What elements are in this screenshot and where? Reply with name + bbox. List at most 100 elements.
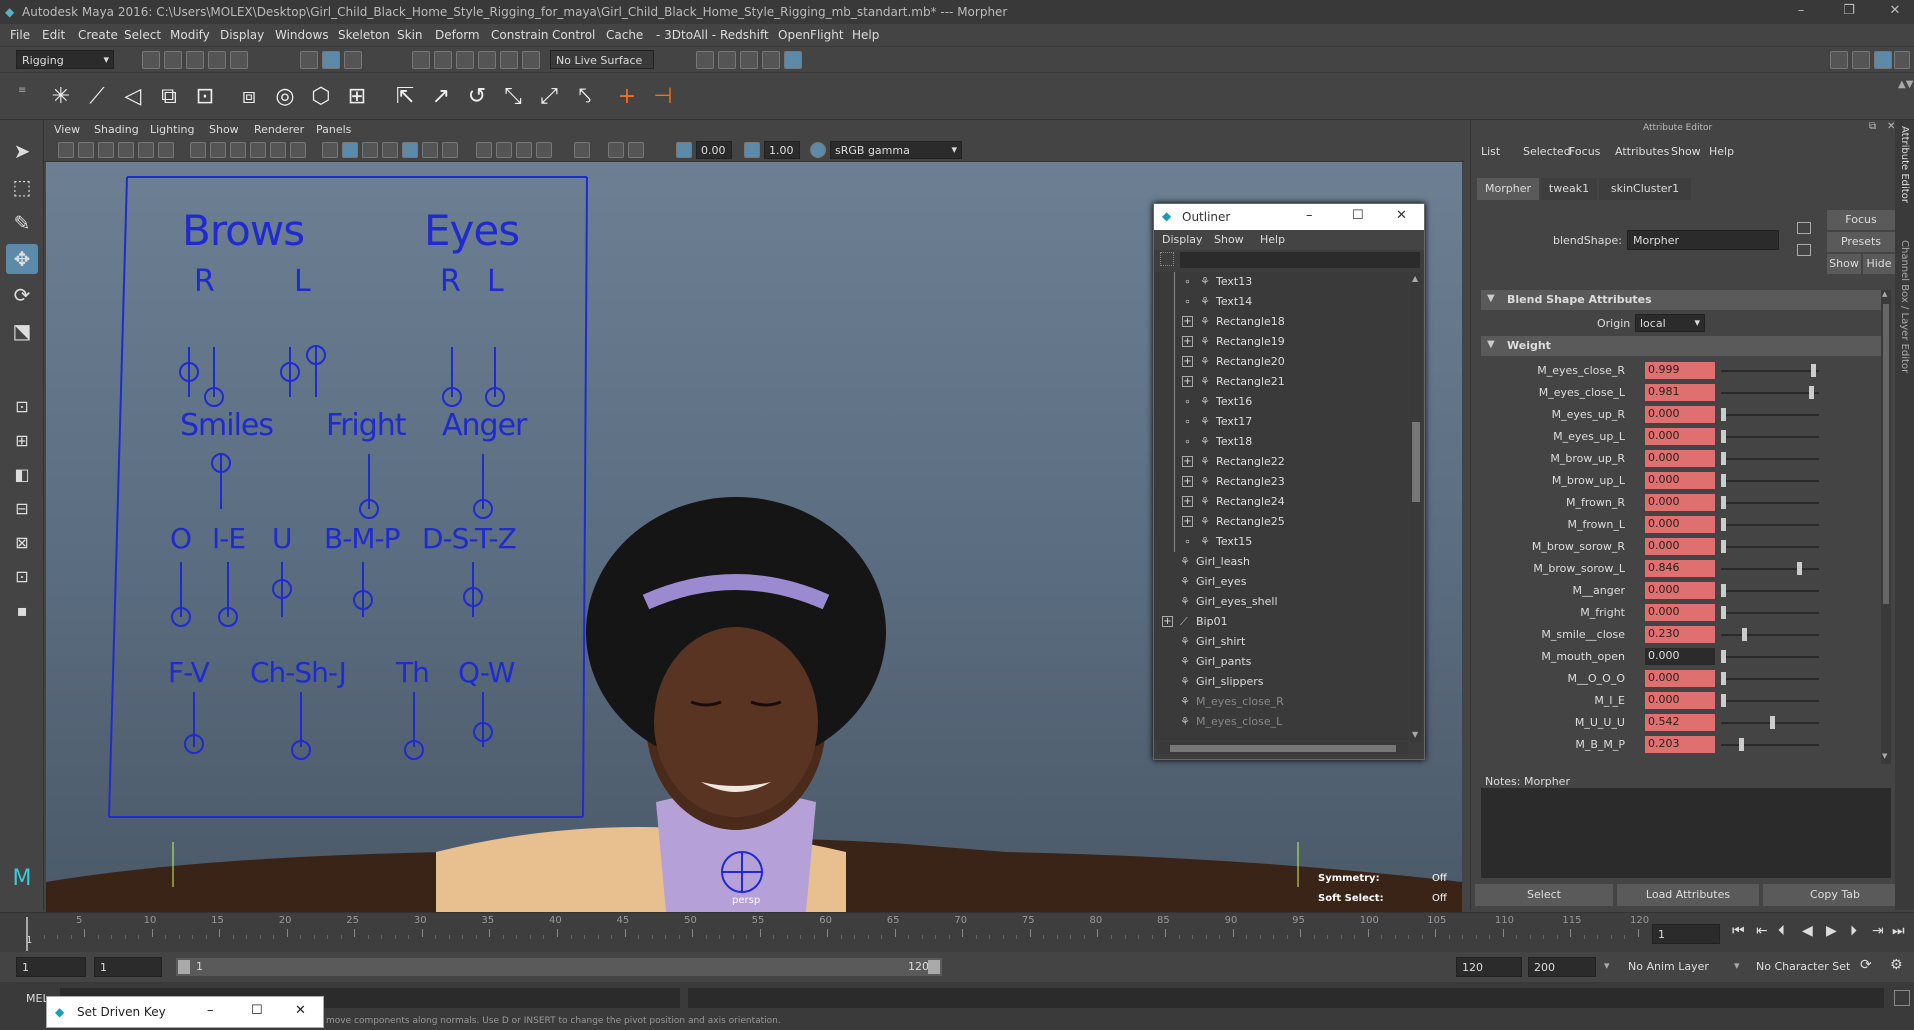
channel-box-toggle-icon[interactable] <box>1894 51 1910 69</box>
outliner-item[interactable]: ⚘ M_eyes_close_R <box>1154 692 1409 712</box>
snap-curve-icon[interactable] <box>434 51 452 69</box>
textured-icon[interactable] <box>382 142 398 158</box>
select-button[interactable]: Select <box>1475 884 1613 906</box>
time-slider[interactable]: 5 10 15 20 25 30 35 40 45 50 55 60 65 70 75 80 85 90 95 100… <box>0 912 1914 952</box>
shadows-icon[interactable] <box>422 142 438 158</box>
weight-slider-track[interactable] <box>1721 678 1819 680</box>
ik-handle-icon[interactable]: ◁ <box>118 82 148 112</box>
add-influence-icon[interactable]: + <box>612 82 642 112</box>
step-forward-icon[interactable]: ⏵ <box>1850 923 1857 939</box>
tab-morpher[interactable]: Morpher <box>1477 178 1539 200</box>
input-connection-icon[interactable] <box>1797 222 1811 234</box>
step-back-icon[interactable]: ⏴ <box>1778 923 1785 939</box>
ae-menu-help[interactable]: Help <box>1709 145 1734 158</box>
menu-select[interactable]: Select <box>124 28 161 42</box>
snap-surface-icon[interactable] <box>500 51 518 69</box>
live-surface-field[interactable]: No Live Surface <box>550 50 654 69</box>
weight-slider-thumb[interactable] <box>1721 694 1726 707</box>
outliner-item[interactable]: ⚘ M_eyes_close_L <box>1154 712 1409 732</box>
smooth-shade-icon[interactable] <box>342 142 358 158</box>
scroll-up-icon[interactable]: ▲ <box>1412 274 1418 283</box>
outliner-search-input[interactable] <box>1180 252 1420 268</box>
menu-edit[interactable]: Edit <box>42 28 65 42</box>
weight-value-field[interactable]: 0.000 <box>1645 472 1715 489</box>
anti-alias-icon[interactable] <box>516 142 532 158</box>
weight-slider-thumb[interactable] <box>1739 738 1745 751</box>
outliner-filter-icon[interactable] <box>1160 252 1174 266</box>
wire-icon[interactable]: ⊞ <box>342 82 372 112</box>
menu-redshift[interactable]: Redshift <box>720 28 769 42</box>
ae-menu-selected[interactable]: Selected <box>1523 145 1571 158</box>
ae-menu-show[interactable]: Show <box>1671 145 1701 158</box>
weight-value-field[interactable]: 0.000 <box>1645 516 1715 533</box>
outliner-item[interactable]: + ⚘ Rectangle21 <box>1154 372 1409 392</box>
nonlinear-icon[interactable]: ◎ <box>270 82 300 112</box>
grease-pencil-icon[interactable] <box>158 142 174 158</box>
hide-button[interactable]: Hide <box>1863 254 1895 274</box>
playback-start-field[interactable]: 1 <box>94 957 162 977</box>
select-hierarchy-icon[interactable] <box>300 51 318 69</box>
orient-constraint-icon[interactable]: ↺ <box>462 82 492 112</box>
weight-slider-thumb[interactable] <box>1721 474 1726 487</box>
scroll-up-icon[interactable]: ▲ <box>1882 290 1887 298</box>
outliner-item[interactable]: ⚘ Girl_shirt <box>1154 632 1409 652</box>
scroll-down-icon[interactable]: ▼ <box>1412 730 1418 739</box>
weight-value-field[interactable]: 0.000 <box>1645 582 1715 599</box>
channel-box-side-tab[interactable]: Channel Box / Layer Editor <box>1899 240 1910 373</box>
sdk-maximize-button[interactable]: ☐ <box>251 1003 263 1018</box>
current-frame-field[interactable]: 1 <box>1652 924 1720 944</box>
outliner-menu-show[interactable]: Show <box>1214 233 1244 246</box>
weight-slider-thumb[interactable] <box>1721 518 1726 531</box>
menu-constrain[interactable]: Constrain <box>491 28 549 42</box>
paint-select-icon[interactable]: ✎ <box>6 208 38 238</box>
outliner-item[interactable]: ∘ ⚘ Text15 <box>1154 532 1409 552</box>
weight-slider-track[interactable] <box>1721 392 1819 394</box>
weight-value-field[interactable]: 0.999 <box>1645 362 1715 379</box>
outliner-item[interactable]: + ⚘ Rectangle23 <box>1154 472 1409 492</box>
expand-icon[interactable]: + <box>1182 376 1193 387</box>
weight-slider-thumb[interactable] <box>1721 584 1726 597</box>
color-management-icon[interactable] <box>810 142 826 158</box>
weight-slider-track[interactable] <box>1721 700 1819 702</box>
weight-slider-track[interactable] <box>1721 546 1819 548</box>
outliner-maximize-button[interactable]: ☐ <box>1352 208 1364 223</box>
view-transform-dropdown[interactable]: sRGB gamma ▾ <box>830 141 962 159</box>
outliner-item[interactable]: ⚘ Girl_pants <box>1154 652 1409 672</box>
weight-value-field[interactable]: 0.000 <box>1645 538 1715 555</box>
depth-of-field-icon[interactable] <box>536 142 552 158</box>
layout-options-icon[interactable]: ▪ <box>6 596 38 626</box>
weight-section-header[interactable]: ▼ Weight <box>1481 336 1885 356</box>
attribute-editor-side-tab[interactable]: Attribute Editor <box>1899 126 1910 203</box>
outliner-titlebar[interactable]: ◆ Outliner – ☐ ✕ <box>1154 204 1424 230</box>
close-button[interactable]: ✕ <box>1880 3 1910 18</box>
viewport-menu-view[interactable]: View <box>54 123 80 136</box>
single-perspective-icon[interactable]: ⊡ <box>6 392 38 422</box>
presets-button[interactable]: Presets <box>1827 232 1895 252</box>
image-plane-icon[interactable] <box>118 142 134 158</box>
attribute-editor-toggle-icon[interactable] <box>1852 51 1870 69</box>
load-attributes-button[interactable]: Load Attributes <box>1617 884 1759 906</box>
safe-action-icon[interactable] <box>290 142 306 158</box>
minimize-button[interactable]: – <box>1786 3 1816 18</box>
viewport-menu-shading[interactable]: Shading <box>94 123 139 136</box>
resolution-gate-icon[interactable] <box>230 142 246 158</box>
menu-skin[interactable]: Skin <box>397 28 423 42</box>
insert-joint-icon[interactable]: ⟋ <box>82 82 112 112</box>
menu-openflight[interactable]: OpenFlight <box>778 28 844 42</box>
weight-slider-thumb[interactable] <box>1721 650 1726 663</box>
gamma-field[interactable]: 1.00 <box>764 141 800 159</box>
menu-cache[interactable]: Cache <box>606 28 643 42</box>
current-time-indicator[interactable] <box>26 917 28 951</box>
weight-value-field[interactable]: 0.846 <box>1645 560 1715 577</box>
xray-icon[interactable] <box>442 142 458 158</box>
viewport-menu-lighting[interactable]: Lighting <box>150 123 194 136</box>
remove-influence-icon[interactable]: ⊣ <box>648 82 678 112</box>
output-connection-icon[interactable] <box>1797 244 1811 256</box>
tab-tweak1[interactable]: tweak1 <box>1541 178 1597 200</box>
menu-modify[interactable]: Modify <box>170 28 210 42</box>
set-driven-key-window[interactable]: ◆ Set Driven Key – ☐ ✕ <box>46 996 324 1028</box>
weight-slider-thumb[interactable] <box>1721 452 1726 465</box>
camera-attributes-icon[interactable] <box>78 142 94 158</box>
outliner-hscroll-thumb[interactable] <box>1170 745 1396 752</box>
lasso-tool-icon[interactable]: ⬚ <box>6 172 38 202</box>
